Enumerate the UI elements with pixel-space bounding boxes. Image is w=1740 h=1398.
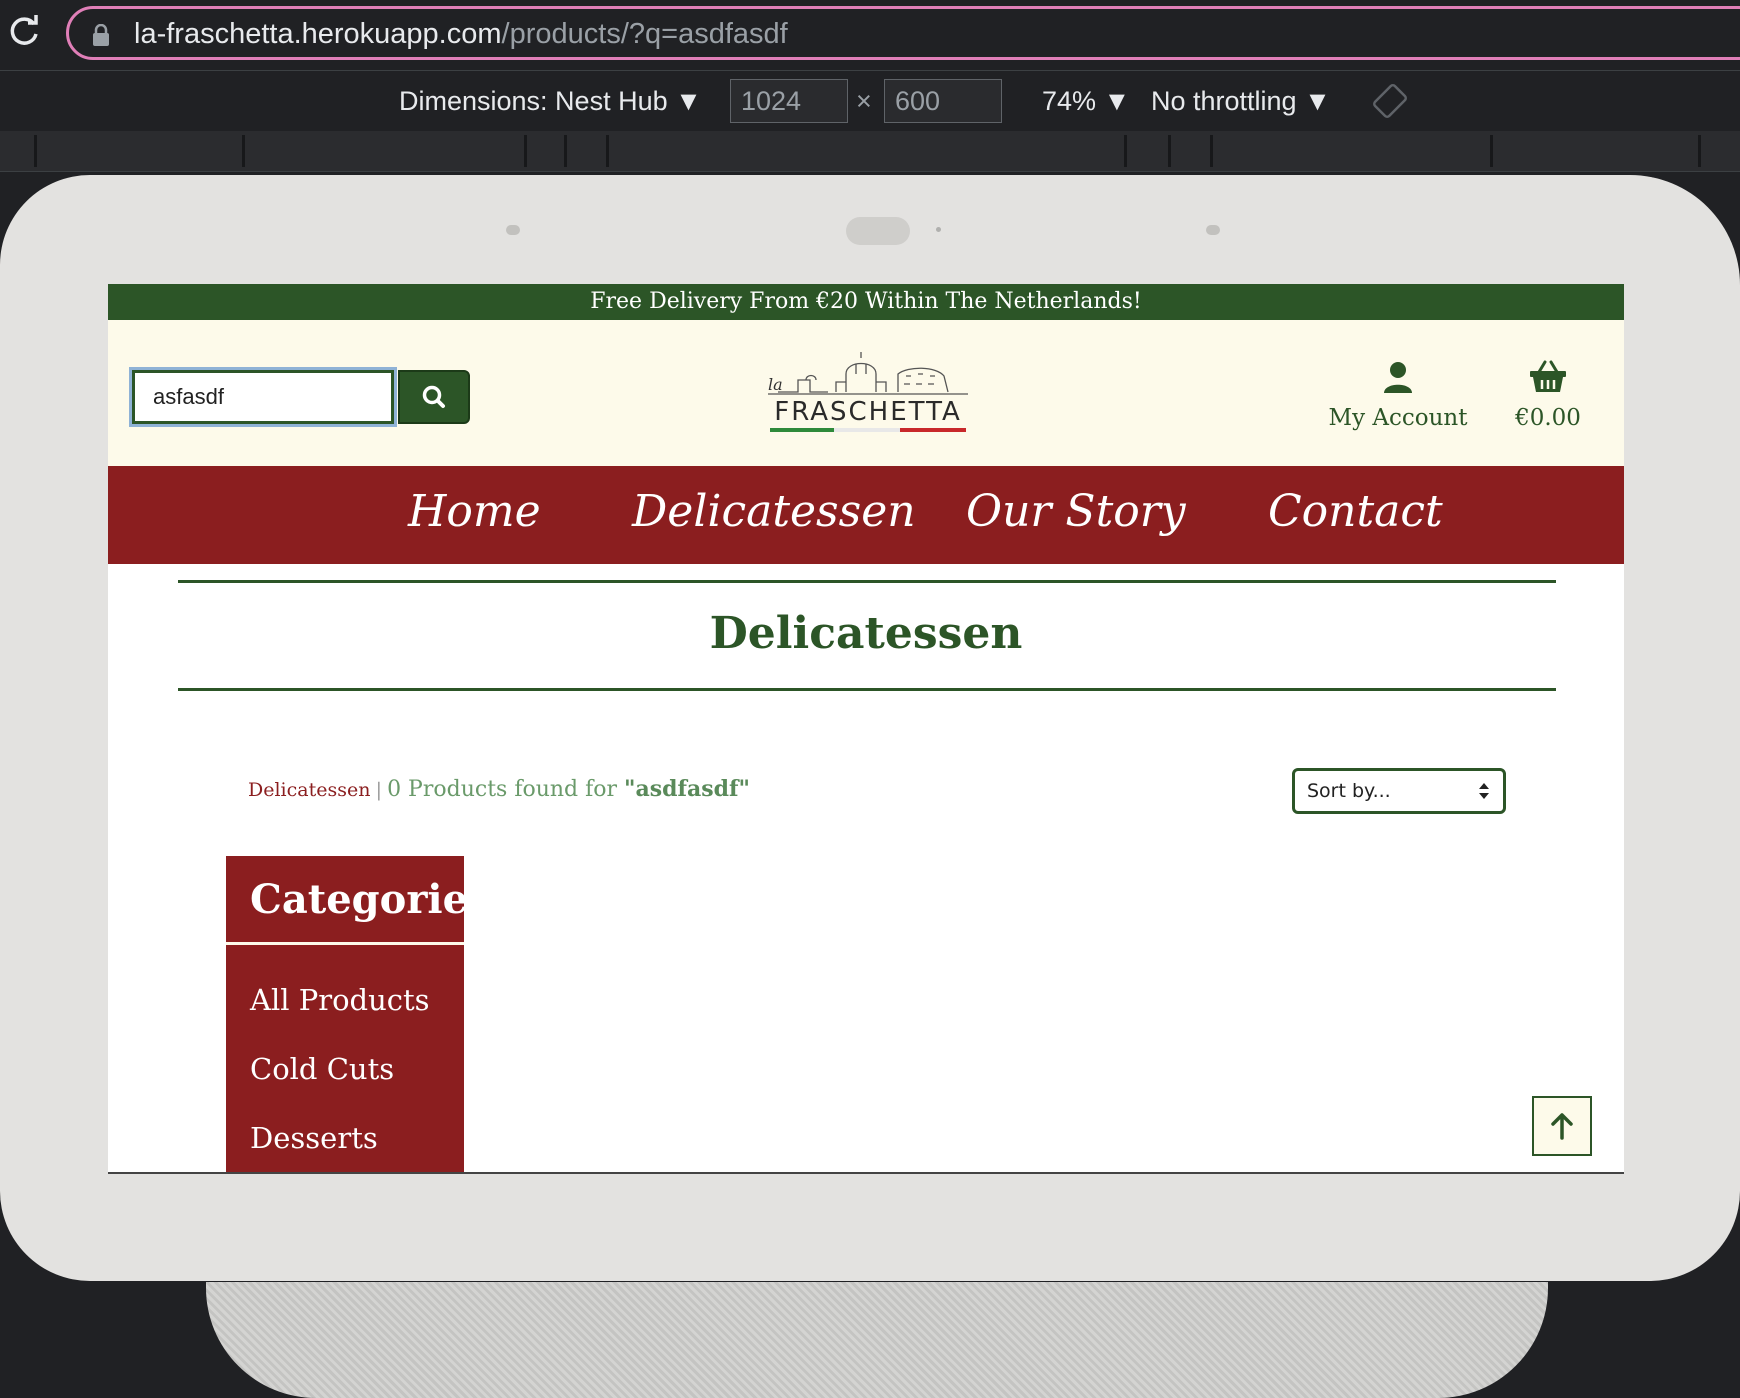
media-query-ruler bbox=[0, 131, 1740, 172]
cart-link[interactable]: €0.00 bbox=[1488, 360, 1608, 431]
site-logo[interactable]: la FRASCHETTA bbox=[758, 344, 978, 444]
sensor-left bbox=[506, 225, 520, 235]
categories-title: Categories bbox=[250, 876, 491, 923]
delivery-banner: Free Delivery From €20 Within The Nether… bbox=[108, 284, 1624, 320]
results-summary: Delicatessen | 0 Products found for "asd… bbox=[248, 776, 750, 802]
breadcrumb-separator: | bbox=[375, 779, 382, 801]
sort-select[interactable]: Sort by... bbox=[1292, 768, 1506, 814]
times-separator: × bbox=[856, 86, 872, 116]
search-button[interactable] bbox=[398, 370, 470, 424]
logo-small-text: la bbox=[768, 375, 783, 394]
category-all-products[interactable]: All Products bbox=[250, 980, 430, 1020]
category-desserts[interactable]: Desserts bbox=[250, 1118, 378, 1158]
zoom-dropdown[interactable]: 74% ▼ bbox=[1042, 83, 1130, 119]
title-rule-bottom bbox=[178, 688, 1556, 691]
nav-our-story[interactable]: Our Story bbox=[966, 482, 1186, 542]
dimensions-dropdown[interactable]: Dimensions: Nest Hub ▼ bbox=[399, 83, 702, 119]
basket-icon bbox=[1530, 360, 1566, 392]
arrow-up-icon bbox=[1551, 1113, 1573, 1140]
categories-rule bbox=[226, 942, 464, 945]
category-cold-cuts[interactable]: Cold Cuts bbox=[250, 1049, 394, 1089]
device-toolbar: Dimensions: Nest Hub ▼ 1024 × 600 74% ▼ … bbox=[0, 70, 1740, 132]
reload-icon[interactable] bbox=[6, 14, 42, 50]
results-prefix: 0 Products found for bbox=[387, 777, 625, 802]
sensor-dot bbox=[936, 227, 941, 232]
url-path: /products/?q=asdfasdf bbox=[501, 18, 788, 50]
select-arrows-icon bbox=[1479, 783, 1489, 799]
camera bbox=[846, 217, 910, 245]
results-query: "asdfasdf" bbox=[624, 776, 750, 802]
main-nav: Home Delicatessen Our Story Contact bbox=[108, 466, 1624, 564]
width-input[interactable]: 1024 bbox=[730, 79, 848, 123]
website-viewport: Free Delivery From €20 Within The Nether… bbox=[108, 284, 1624, 1174]
sort-label: Sort by... bbox=[1307, 780, 1391, 802]
search-input[interactable] bbox=[132, 370, 394, 424]
skyline-icon: la FRASCHETTA bbox=[768, 352, 968, 432]
url-host: la-fraschetta.herokuapp.com bbox=[134, 18, 502, 50]
user-icon bbox=[1384, 362, 1412, 393]
site-header: la FRASCHETTA My Account €0.00 bbox=[108, 320, 1624, 466]
throttling-dropdown[interactable]: No throttling ▼ bbox=[1151, 83, 1331, 119]
rotate-icon[interactable] bbox=[1372, 83, 1408, 119]
results-count: 0 Products found for "asdfasdf" bbox=[387, 776, 750, 802]
logo-text: FRASCHETTA bbox=[774, 397, 961, 427]
browser-toolbar: la-fraschetta.herokuapp.com/products/?q=… bbox=[0, 0, 1740, 70]
my-account-label: My Account bbox=[1328, 405, 1468, 431]
my-account-link[interactable]: My Account bbox=[1298, 360, 1498, 431]
categories-panel: Categories All Products Cold Cuts Desser… bbox=[226, 856, 491, 1172]
url-text: la-fraschetta.herokuapp.com/products/?q=… bbox=[134, 14, 788, 54]
search-icon bbox=[422, 385, 445, 408]
nav-home[interactable]: Home bbox=[408, 482, 541, 542]
breadcrumb-delicatessen[interactable]: Delicatessen bbox=[248, 779, 370, 801]
nav-delicatessen[interactable]: Delicatessen bbox=[632, 482, 916, 542]
cart-total: €0.00 bbox=[1515, 405, 1581, 431]
lock-icon bbox=[93, 24, 109, 46]
back-to-top-button[interactable] bbox=[1532, 1096, 1592, 1156]
height-input[interactable]: 600 bbox=[884, 79, 1002, 123]
device-stand bbox=[206, 1282, 1548, 1398]
page-title: Delicatessen bbox=[709, 608, 1023, 659]
sensor-right bbox=[1206, 225, 1220, 235]
title-rule-top bbox=[178, 580, 1556, 583]
nav-contact[interactable]: Contact bbox=[1268, 482, 1443, 542]
